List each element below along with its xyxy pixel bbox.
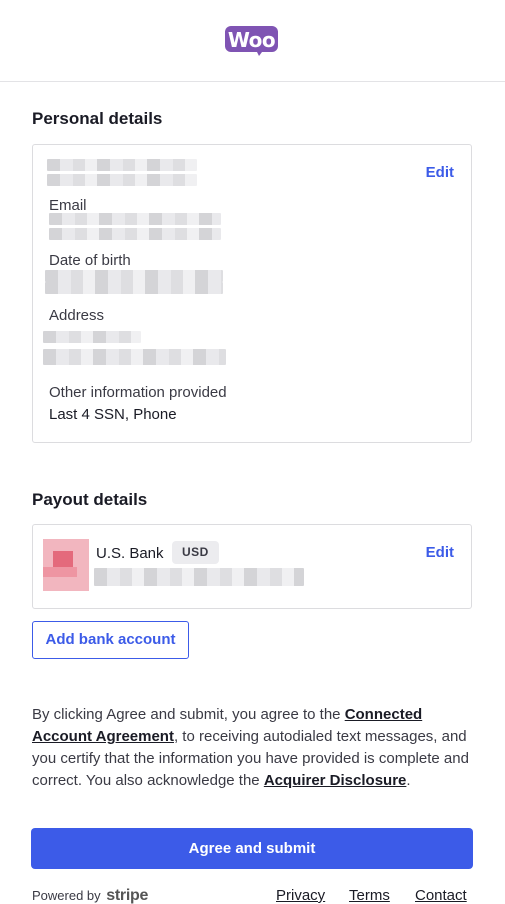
contact-link[interactable]: Contact	[415, 887, 467, 904]
agree-and-submit-button[interactable]: Agree and submit	[31, 828, 473, 869]
personal-edit-link[interactable]: Edit	[426, 164, 454, 181]
legal-text-part3: .	[406, 772, 411, 789]
redacted-dob-line2	[45, 282, 223, 294]
other-info-label: Other information provided	[49, 384, 227, 401]
redacted-name	[47, 159, 197, 171]
redacted-email-line2	[49, 228, 221, 240]
powered-by-stripe: Powered by stripe	[32, 887, 148, 904]
personal-details-title: Personal details	[32, 109, 163, 128]
redacted-account-number	[94, 568, 304, 586]
redacted-email	[49, 213, 221, 225]
address-label: Address	[49, 307, 105, 324]
currency-badge: USD	[172, 541, 219, 564]
terms-link[interactable]: Terms	[349, 887, 390, 904]
header: Woo	[0, 0, 505, 82]
powered-by-label: Powered by	[32, 888, 101, 903]
woo-logo-icon: Woo	[225, 26, 278, 58]
dob-label: Date of birth	[49, 252, 131, 269]
logo-text: Woo	[227, 28, 276, 52]
legal-text-part1: By clicking Agree and submit, you agree …	[32, 706, 345, 723]
email-label: Email	[49, 197, 87, 214]
redacted-address-line1	[43, 331, 141, 343]
stripe-logo-icon: stripe	[106, 887, 149, 904]
add-bank-account-button[interactable]: Add bank account	[32, 621, 189, 659]
payout-edit-link[interactable]: Edit	[426, 544, 454, 561]
redacted-address-line3	[43, 357, 226, 365]
redacted-dob	[45, 270, 223, 282]
payout-details-card: U.S. Bank USD Edit	[32, 524, 472, 609]
legal-text: By clicking Agree and submit, you agree …	[32, 704, 472, 792]
redacted-name-line2	[47, 174, 197, 186]
privacy-link[interactable]: Privacy	[276, 887, 325, 904]
payout-details-title: Payout details	[32, 490, 148, 509]
bank-icon	[43, 539, 89, 591]
other-info-value: Last 4 SSN, Phone	[49, 406, 177, 423]
bank-name: U.S. Bank	[96, 545, 164, 562]
personal-details-card: Edit Email Date of birth Address Other i…	[32, 144, 472, 443]
acquirer-disclosure-link[interactable]: Acquirer Disclosure	[264, 772, 407, 789]
